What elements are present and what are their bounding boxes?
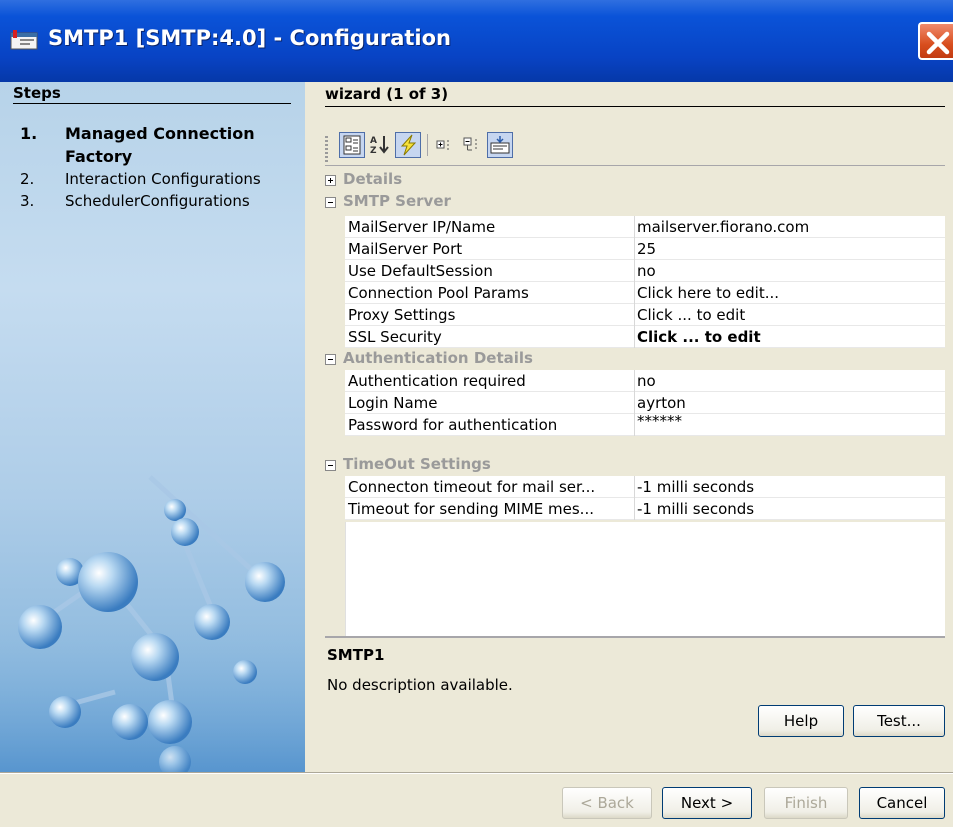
steps-panel: Steps 1. Managed Connection Factory 2. I… <box>0 82 305 772</box>
property-name: SSL Security <box>345 326 635 348</box>
property-row[interactable]: Connection Pool Params Click here to edi… <box>345 282 945 304</box>
property-value[interactable]: ****** <box>637 410 682 432</box>
property-name: Connection Pool Params <box>345 282 635 304</box>
property-name: Password for authentication <box>345 414 635 436</box>
sort-alphabetical-button[interactable]: A Z <box>367 132 393 158</box>
cancel-button[interactable]: Cancel <box>859 787 945 819</box>
back-button[interactable]: < Back <box>562 787 652 819</box>
step-item-2[interactable]: 2. Interaction Configurations <box>20 168 300 190</box>
step-number: 2. <box>20 170 35 188</box>
property-value[interactable]: no <box>637 260 656 282</box>
window-title: SMTP1 [SMTP:4.0] - Configuration <box>48 26 452 50</box>
app-icon <box>10 30 38 50</box>
description-panel: SMTP1 No description available. Help Tes… <box>325 636 945 771</box>
categorized-view-button[interactable] <box>339 132 365 158</box>
close-button[interactable] <box>918 22 953 60</box>
collapse-icon[interactable] <box>325 354 336 365</box>
property-name: Connecton timeout for mail ser... <box>345 476 635 498</box>
property-name: Proxy Settings <box>345 304 635 326</box>
steps-list: 1. Managed Connection Factory 2. Interac… <box>20 122 300 212</box>
test-button[interactable]: Test... <box>853 705 945 737</box>
title-bar[interactable]: SMTP1 [SMTP:4.0] - Configuration <box>0 0 953 82</box>
property-name: Timeout for sending MIME mes... <box>345 498 635 520</box>
property-value[interactable]: Click here to edit... <box>637 282 779 304</box>
step-number: 3. <box>20 192 35 210</box>
category-timeout-settings[interactable]: TimeOut Settings <box>325 454 945 476</box>
step-label: SchedulerConfigurations <box>65 192 250 210</box>
property-name: MailServer Port <box>345 238 635 260</box>
collapse-all-icon <box>463 137 477 151</box>
category-details[interactable]: Details <box>325 169 945 191</box>
description-toggle-button[interactable] <box>487 132 513 158</box>
property-value[interactable]: -1 milli seconds <box>637 498 754 520</box>
category-label: TimeOut Settings <box>343 455 491 473</box>
toolbar-grip[interactable] <box>325 136 328 162</box>
expand-all-button[interactable] <box>433 132 459 158</box>
footer-separator <box>0 772 953 774</box>
molecule-illustration <box>0 475 305 772</box>
svg-text:Z: Z <box>370 146 377 156</box>
close-icon <box>926 31 950 55</box>
property-row[interactable]: Proxy Settings Click ... to edit <box>345 304 945 326</box>
description-text: No description available. <box>327 676 513 694</box>
lightning-icon <box>400 134 417 156</box>
property-value[interactable]: Click ... to edit <box>637 326 761 348</box>
expand-all-icon <box>436 140 449 150</box>
next-button[interactable]: Next > <box>662 787 752 819</box>
grid-empty-area <box>345 522 945 636</box>
category-label: SMTP Server <box>343 192 451 210</box>
help-button[interactable]: Help <box>758 705 844 737</box>
expand-icon[interactable] <box>325 175 336 186</box>
property-row[interactable]: Connecton timeout for mail ser... -1 mil… <box>345 476 945 498</box>
steps-header: Steps <box>13 84 291 104</box>
property-value[interactable]: Click ... to edit <box>637 304 745 326</box>
step-item-3[interactable]: 3. SchedulerConfigurations <box>20 190 300 212</box>
property-grid: Details SMTP Server MailServer IP/Name m… <box>325 165 945 636</box>
category-authentication-details[interactable]: Authentication Details <box>325 348 945 370</box>
toolbar-separator <box>427 134 428 156</box>
property-value[interactable]: -1 milli seconds <box>637 476 754 498</box>
description-toggle-icon <box>490 136 510 154</box>
property-value[interactable]: mailserver.fiorano.com <box>637 216 809 238</box>
property-row[interactable]: Password for authentication ****** <box>345 412 945 436</box>
step-item-1[interactable]: 1. Managed Connection Factory <box>20 122 300 168</box>
finish-button[interactable]: Finish <box>764 787 848 819</box>
wizard-header: wizard (1 of 3) <box>325 85 945 107</box>
lightning-button[interactable] <box>395 132 421 158</box>
collapse-icon[interactable] <box>325 197 336 208</box>
category-smtp-server[interactable]: SMTP Server <box>325 191 945 213</box>
configuration-dialog: SMTP1 [SMTP:4.0] - Configuration Steps 1… <box>0 0 953 827</box>
property-name: Authentication required <box>345 370 635 392</box>
property-row[interactable]: MailServer Port 25 <box>345 238 945 260</box>
property-row[interactable]: Use DefaultSession no <box>345 260 945 282</box>
category-label: Authentication Details <box>343 349 533 367</box>
property-name: MailServer IP/Name <box>345 216 635 238</box>
property-row[interactable]: SSL Security Click ... to edit <box>345 326 945 348</box>
step-label: Managed Connection Factory <box>65 124 255 166</box>
categorized-view-icon <box>343 135 361 155</box>
description-title: SMTP1 <box>327 646 385 664</box>
step-number: 1. <box>20 124 38 143</box>
category-label: Details <box>343 170 403 188</box>
step-label: Interaction Configurations <box>65 170 261 188</box>
collapse-all-button[interactable] <box>461 132 487 158</box>
sort-alphabetical-icon: A Z <box>370 136 389 156</box>
svg-text:A: A <box>370 136 377 146</box>
property-name: Use DefaultSession <box>345 260 635 282</box>
property-toolbar: A Z <box>325 128 625 162</box>
property-name: Login Name <box>345 392 635 414</box>
property-value[interactable]: no <box>637 370 656 392</box>
collapse-icon[interactable] <box>325 460 336 471</box>
property-row[interactable]: Authentication required no <box>345 370 945 392</box>
property-row[interactable]: Timeout for sending MIME mes... -1 milli… <box>345 498 945 520</box>
property-value[interactable]: 25 <box>637 238 656 260</box>
property-row[interactable]: MailServer IP/Name mailserver.fiorano.co… <box>345 216 945 238</box>
